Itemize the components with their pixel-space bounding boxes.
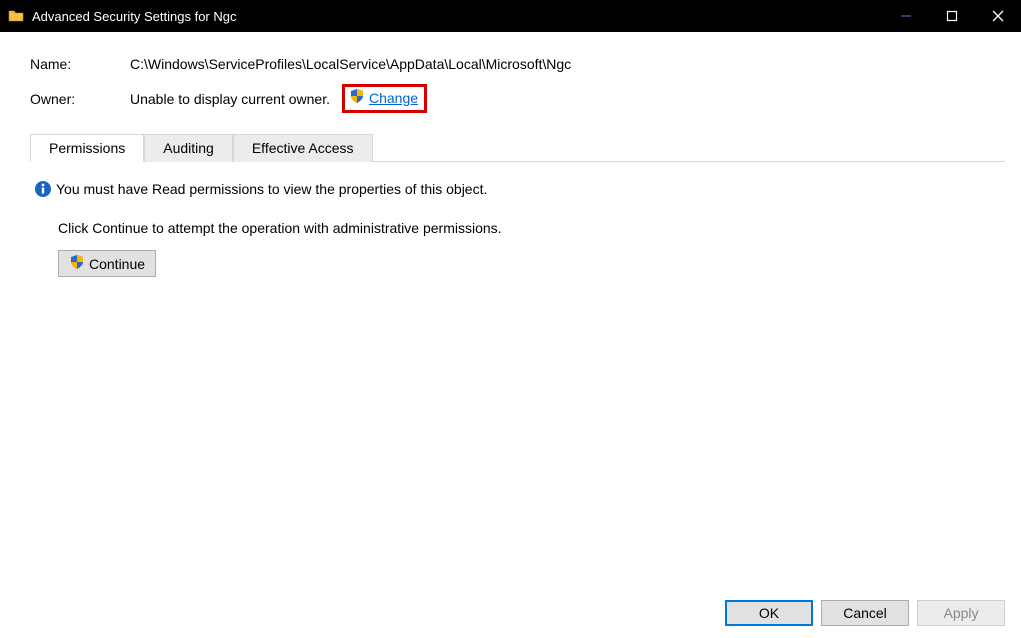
tabstrip: Permissions Auditing Effective Access bbox=[30, 133, 1005, 162]
titlebar: Advanced Security Settings for Ngc bbox=[0, 0, 1021, 32]
owner-row: Owner: Unable to display current owner. … bbox=[30, 84, 1005, 113]
owner-label: Owner: bbox=[30, 91, 130, 107]
apply-button: Apply bbox=[917, 600, 1005, 626]
continue-button[interactable]: Continue bbox=[58, 250, 156, 277]
minimize-button[interactable] bbox=[883, 0, 929, 32]
titlebar-left: Advanced Security Settings for Ngc bbox=[8, 8, 237, 24]
tab-auditing[interactable]: Auditing bbox=[144, 134, 233, 162]
info-icon bbox=[34, 180, 52, 198]
dialog-buttons: OK Cancel Apply bbox=[725, 600, 1005, 626]
cancel-button[interactable]: Cancel bbox=[821, 600, 909, 626]
continue-hint: Click Continue to attempt the operation … bbox=[58, 220, 1001, 236]
change-owner-highlight: Change bbox=[342, 84, 427, 113]
folder-icon bbox=[8, 8, 24, 24]
maximize-button[interactable] bbox=[929, 0, 975, 32]
info-row: You must have Read permissions to view t… bbox=[34, 180, 1001, 198]
tab-page-permissions: You must have Read permissions to view t… bbox=[30, 162, 1005, 281]
ok-button[interactable]: OK bbox=[725, 600, 813, 626]
tab-effective-access[interactable]: Effective Access bbox=[233, 134, 373, 162]
info-message: You must have Read permissions to view t… bbox=[56, 181, 487, 197]
name-row: Name: C:\Windows\ServiceProfiles\LocalSe… bbox=[30, 56, 1005, 72]
close-button[interactable] bbox=[975, 0, 1021, 32]
shield-icon bbox=[69, 254, 85, 273]
dialog-content: Name: C:\Windows\ServiceProfiles\LocalSe… bbox=[0, 32, 1021, 586]
shield-icon bbox=[349, 88, 365, 107]
continue-button-label: Continue bbox=[89, 256, 145, 272]
name-label: Name: bbox=[30, 56, 130, 72]
owner-value-group: Unable to display current owner. Change bbox=[130, 84, 427, 113]
owner-value: Unable to display current owner. bbox=[130, 91, 330, 107]
tab-permissions[interactable]: Permissions bbox=[30, 134, 144, 162]
change-owner-link[interactable]: Change bbox=[369, 90, 418, 106]
name-value: C:\Windows\ServiceProfiles\LocalService\… bbox=[130, 56, 571, 72]
window-controls bbox=[883, 0, 1021, 32]
window-title: Advanced Security Settings for Ngc bbox=[32, 9, 237, 24]
